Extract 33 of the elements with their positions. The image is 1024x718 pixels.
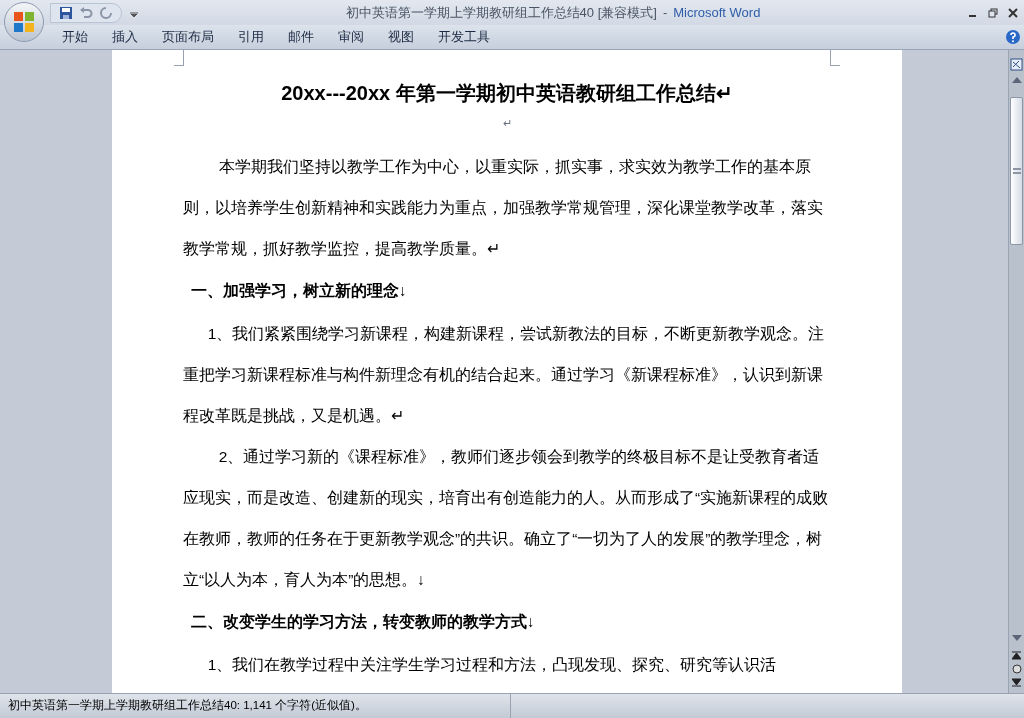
restore-icon[interactable] [988, 7, 998, 18]
scroll-down-icon[interactable] [1011, 635, 1022, 641]
next-page-icon[interactable] [1012, 678, 1021, 687]
ribbon-tab[interactable]: 视图 [376, 27, 426, 47]
office-button[interactable] [4, 2, 44, 42]
ribbon-tab[interactable]: 开发工具 [426, 27, 502, 47]
title-separator: - [662, 3, 668, 22]
app-name: Microsoft Word [673, 3, 761, 22]
document-title: 20xx---20xx 年第一学期初中英语教研组工作总结↵ [280, 81, 734, 106]
save-icon[interactable] [59, 5, 73, 20]
body-paragraph: 1、我们在教学过程中关注学生学习过程和方法，凸现发现、探究、研究等认识活 [206, 655, 778, 675]
section-heading: 二、改变学生的学习方法，转变教师的教学方式↓ [190, 612, 536, 632]
help-icon[interactable] [1006, 30, 1020, 44]
browse-object-icon[interactable] [1011, 664, 1022, 674]
previous-page-icon[interactable] [1012, 651, 1021, 660]
ribbon-tab[interactable]: 引用 [226, 27, 276, 47]
ruler-toggle-icon[interactable] [1010, 58, 1023, 71]
close-icon[interactable] [1008, 7, 1018, 18]
scrollbar-thumb[interactable] [1010, 97, 1023, 245]
body-paragraph: 1、我们紧紧围绕学习新课程，构建新课程，尝试新教法的目标，不断更新教学观念。注重把学习新课程标准与构件新理念有机的结合起来。通过学习《新课程标准》，认识到新课程改革既是挑战，又是机遇。↵ [183, 324, 826, 426]
ribbon-tab[interactable]: 页面布局 [150, 27, 226, 47]
ribbon-tab[interactable]: 审阅 [326, 27, 376, 47]
ribbon-tab[interactable]: 插入 [100, 27, 150, 47]
word-count-status: 初中英语第一学期上学期教研组工作总结40: 1,141 个字符(近似值)。 [7, 698, 368, 714]
paragraph-mark: ↵ [501, 116, 513, 131]
office-logo-icon [12, 10, 36, 34]
scroll-up-icon[interactable] [1011, 77, 1022, 83]
section-heading: 一、加强学习，树立新的理念↓ [190, 281, 408, 301]
ribbon-tab[interactable]: 开始 [50, 27, 100, 47]
window-title: 初中英语第一学期上学期教研组工作总结40 [兼容模式] [345, 3, 657, 22]
ribbon-tab[interactable]: 邮件 [276, 27, 326, 47]
body-paragraph: 本学期我们坚持以教学工作为中心，以重实际，抓实事，求实效为教学工作的基本原则，以培养学生创新精神和实践能力为重点，加强教学常规管理，深化课堂教学改革，落实教学常规，抓好教学监控，提高教学质量。↵ [183, 157, 824, 259]
body-paragraph: 2、通过学习新的《课程标准》，教师们逐步领会到教学的终极目标不是让受教育者适应现实，而是改造、创建新的现实，培育出有创造能力的人。从而形成了“实施新课程的成败在教师，教师的任务在于更新教学观念”的共识。确立了“一切为了人的发展”的教学理念，树立“以人为本，育人为本”的思想。↓ [183, 447, 830, 590]
